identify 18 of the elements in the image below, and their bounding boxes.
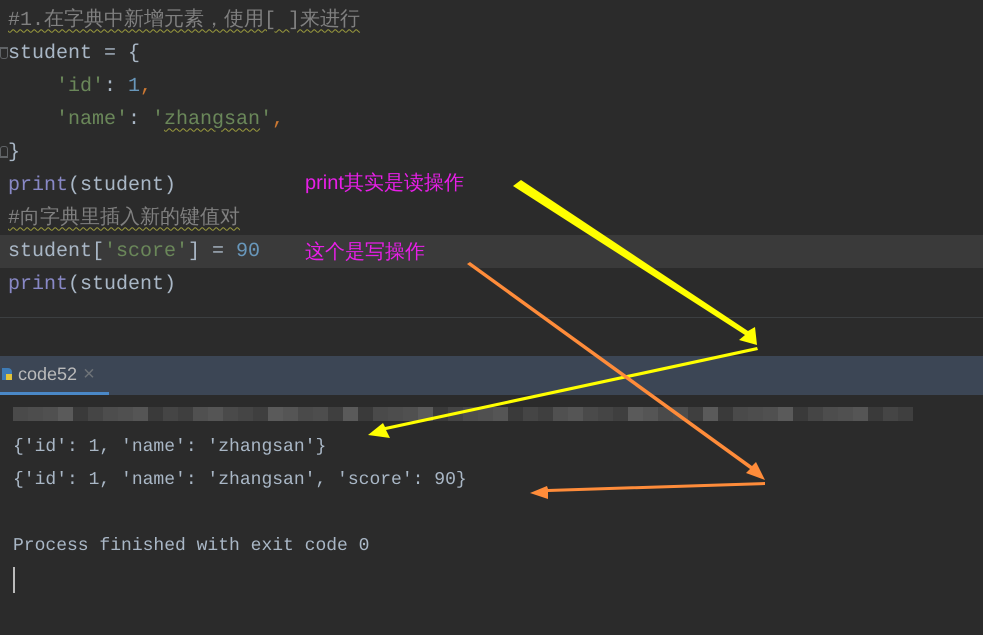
annotation-text: print其实是读操作 [305, 171, 464, 196]
code-line: 'name': 'zhangsan', [56, 106, 284, 132]
console-output: {'id': 1, 'name': 'zhangsan', 'score': 90} [13, 469, 467, 492]
code-line: 'id': 1, [56, 74, 152, 100]
code-line: } [8, 140, 20, 166]
annotation-text: 这个是写操作 [305, 240, 425, 265]
console-output: {'id': 1, 'name': 'zhangsan'} [13, 436, 326, 459]
fold-icon[interactable] [0, 146, 8, 158]
text-cursor [13, 567, 15, 593]
code-line: student = { [8, 40, 140, 66]
code-line: print(student) [8, 172, 176, 198]
code-comment: #向字典里插入新的键值对 [8, 205, 240, 232]
code-line: student['score'] = 90 [8, 238, 260, 264]
code-comment: #1.在字典中新增元素，使用[ ]来进行 [8, 7, 360, 34]
console-output: Process finished with exit code 0 [13, 535, 370, 558]
code-line: print(student) [8, 272, 176, 298]
fold-icon[interactable] [0, 47, 8, 59]
python-icon [2, 366, 12, 382]
